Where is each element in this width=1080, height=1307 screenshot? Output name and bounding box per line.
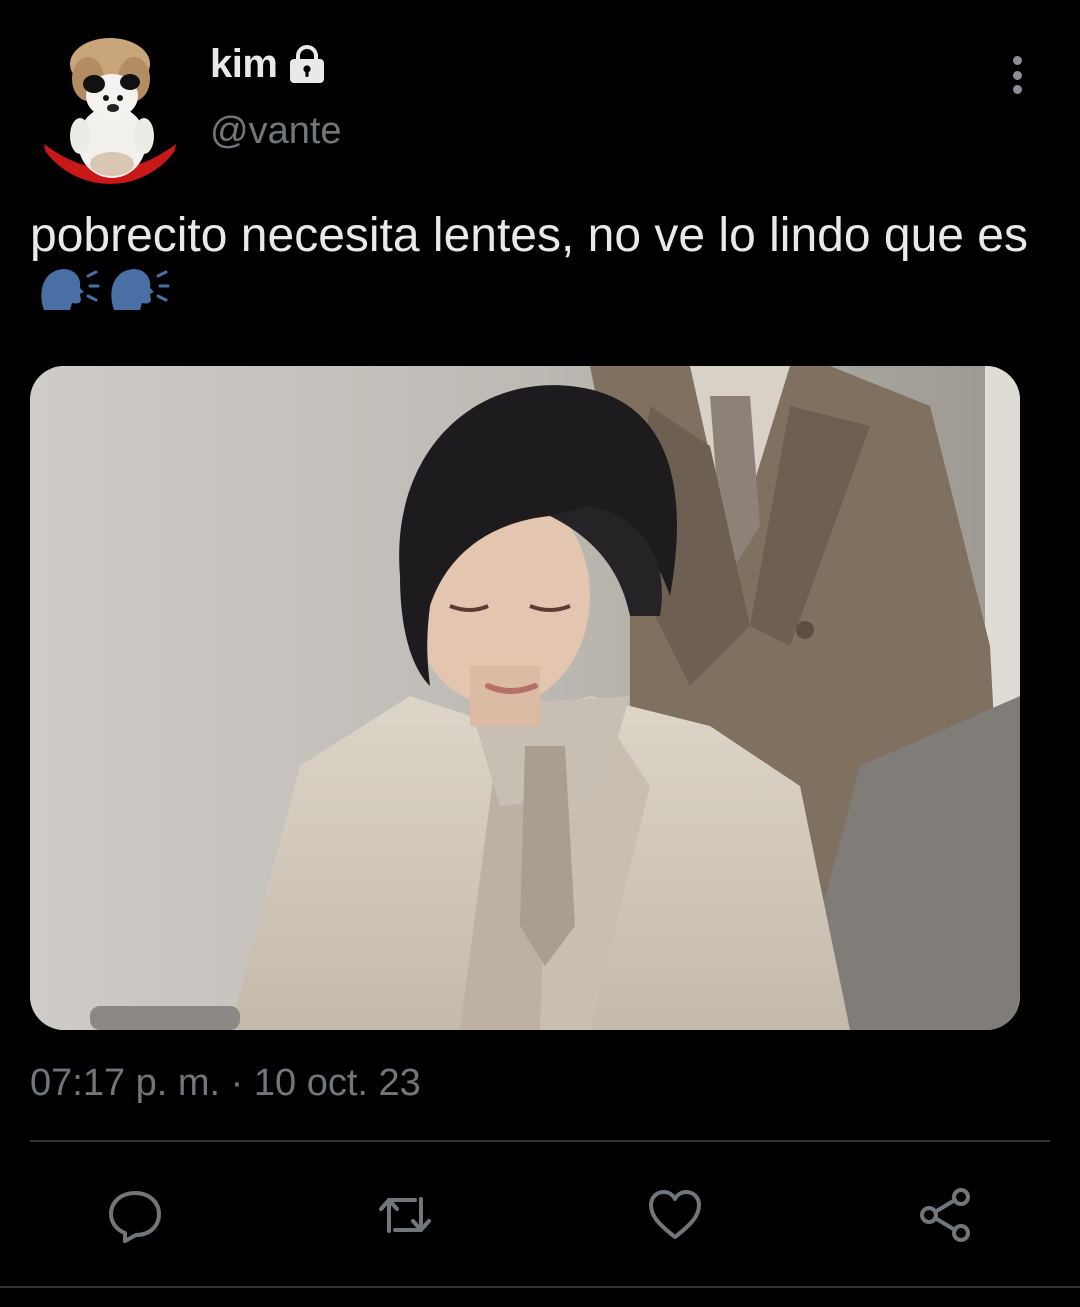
user-handle[interactable]: @vante: [210, 110, 342, 153]
heart-icon: [649, 1190, 701, 1239]
tweet-timestamp[interactable]: 07:17 p. m. · 10 oct. 23: [30, 1062, 421, 1105]
retweet-button[interactable]: [370, 1180, 440, 1250]
display-name[interactable]: kim: [210, 42, 278, 87]
share-button[interactable]: [910, 1180, 980, 1250]
action-bar: [0, 1180, 1080, 1250]
tweet-text-content: pobrecito necesita lentes, no ve lo lind…: [30, 209, 1028, 262]
tweet-text: pobrecito necesita lentes, no ve lo lind…: [30, 208, 1040, 321]
retweet-icon: [379, 1197, 431, 1233]
divider: [30, 1140, 1050, 1142]
speaking-head-emoji: [36, 264, 100, 316]
speaking-head-emoji: [106, 264, 170, 316]
avatar[interactable]: [30, 24, 190, 184]
reply-button[interactable]: [100, 1180, 170, 1250]
tweet-media-photo[interactable]: [30, 366, 1020, 1030]
display-name-row: kim: [210, 42, 327, 87]
tweet-detail: kim @vante pobrecito necesita lentes, no…: [0, 0, 1080, 1307]
reply-icon: [109, 1191, 161, 1243]
more-dot: [1012, 85, 1022, 94]
more-options-icon[interactable]: [1000, 52, 1034, 98]
more-dot: [1012, 56, 1022, 65]
divider-bottom: [0, 1286, 1080, 1288]
like-button[interactable]: [640, 1180, 710, 1250]
plush-bear-avatar-image: [30, 24, 190, 184]
share-icon: [920, 1188, 970, 1242]
more-dot: [1012, 70, 1022, 80]
lock-icon: [287, 44, 327, 85]
photo-person-in-beige-suit: [30, 366, 1020, 1030]
